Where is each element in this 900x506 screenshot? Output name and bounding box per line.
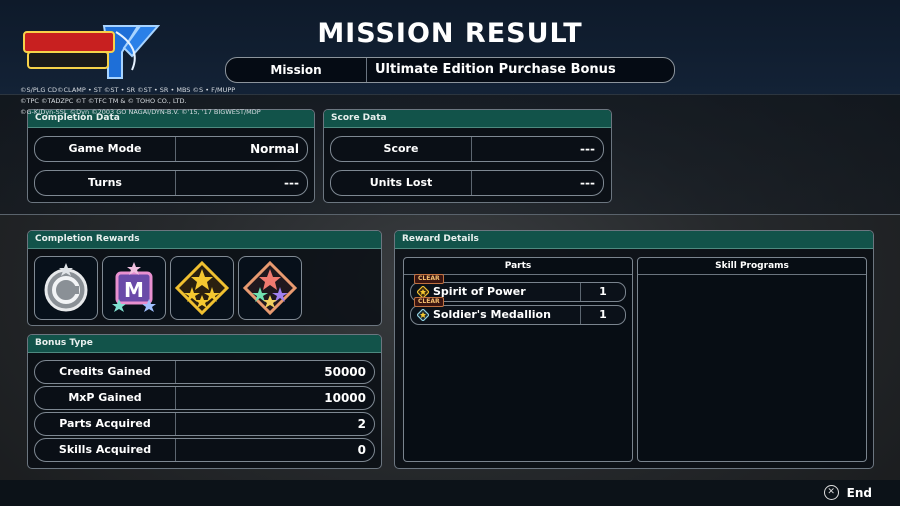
units-lost-row: Units Lost ---: [330, 170, 604, 196]
skills-acquired-row: Skills Acquired 0: [34, 438, 375, 462]
page-title: MISSION RESULT: [317, 18, 583, 49]
svg-text:M: M: [124, 278, 144, 302]
row-label: Score: [331, 137, 472, 161]
completion-data-panel: Completion Data Game Mode Normal Turns -…: [27, 109, 315, 203]
score-data-panel: Score Data Score --- Units Lost ---: [323, 109, 612, 203]
clear-badge: CLEAR: [414, 274, 444, 284]
score-row: Score ---: [330, 136, 604, 162]
copyright-line: ©G-K/Dyn-SSL ©Dyn ©2003 GO NAGAI/DYN-B.V…: [20, 108, 261, 116]
copyright-line: ©S/PLG CD©CLAMP • ST ©ST • SR ©ST • SR •…: [20, 86, 236, 94]
list-item[interactable]: CLEAR Soldier's Medallion 1: [410, 297, 626, 325]
mxp-gained-row: MxP Gained 10000: [34, 386, 375, 410]
mission-field: Mission Ultimate Edition Purchase Bonus: [225, 57, 675, 83]
end-label: End: [846, 485, 872, 500]
parts-header: Parts: [404, 258, 632, 275]
credit-medal-icon[interactable]: [34, 256, 98, 320]
panel-title: Bonus Type: [28, 335, 381, 353]
part-qty: 1: [580, 283, 625, 301]
row-value: 10000: [324, 391, 366, 405]
mission-label: Mission: [226, 58, 367, 82]
row-label: Credits Gained: [35, 361, 176, 383]
skill-programs-list: Skill Programs: [637, 257, 867, 462]
completion-rewards-panel: Completion Rewards M: [27, 230, 382, 326]
part-icon: [417, 309, 429, 321]
skill-programs-header: Skill Programs: [638, 258, 866, 275]
clear-badge: CLEAR: [414, 297, 444, 307]
credits-gained-row: Credits Gained 50000: [34, 360, 375, 384]
row-value: 50000: [324, 365, 366, 379]
turns-row: Turns ---: [34, 170, 308, 196]
gold-star-medal-icon[interactable]: [170, 256, 234, 320]
row-value: Normal: [250, 142, 299, 156]
mxp-medal-icon[interactable]: M: [102, 256, 166, 320]
row-label: Units Lost: [331, 171, 472, 195]
row-value: ---: [284, 176, 299, 190]
game-logo: [23, 25, 160, 79]
row-value: ---: [580, 176, 595, 190]
row-label: Game Mode: [35, 137, 176, 161]
footer-bar: [0, 480, 900, 506]
row-label: Parts Acquired: [35, 413, 176, 435]
part-name: Soldier's Medallion: [433, 308, 551, 321]
row-value: 0: [357, 443, 366, 457]
panel-title: Score Data: [324, 110, 611, 128]
bonus-type-panel: Bonus Type Credits Gained 50000 MxP Gain…: [27, 334, 382, 469]
panel-title: Completion Rewards: [28, 231, 381, 249]
cross-button-icon: ✕: [823, 485, 839, 500]
panel-title: Reward Details: [395, 231, 873, 249]
parts-acquired-row: Parts Acquired 2: [34, 412, 375, 436]
row-value: 2: [357, 417, 366, 431]
rainbow-star-medal-icon[interactable]: [238, 256, 302, 320]
row-label: MxP Gained: [35, 387, 176, 409]
game-mode-row: Game Mode Normal: [34, 136, 308, 162]
row-value: ---: [580, 142, 595, 156]
row-label: Turns: [35, 171, 176, 195]
mission-value: Ultimate Edition Purchase Bonus: [375, 62, 616, 77]
row-label: Skills Acquired: [35, 439, 176, 461]
copyright-line: ©TPC ©TADZPC ©T ©TFC TM & © TOHO CO., LT…: [20, 97, 187, 105]
parts-list: Parts CLEAR Spirit of Power 1 CLEAR Sold…: [403, 257, 633, 462]
reward-details-panel: Reward Details Parts CLEAR Spirit of Pow…: [394, 230, 874, 469]
part-qty: 1: [580, 306, 625, 324]
end-button[interactable]: ✕ End: [823, 485, 872, 500]
